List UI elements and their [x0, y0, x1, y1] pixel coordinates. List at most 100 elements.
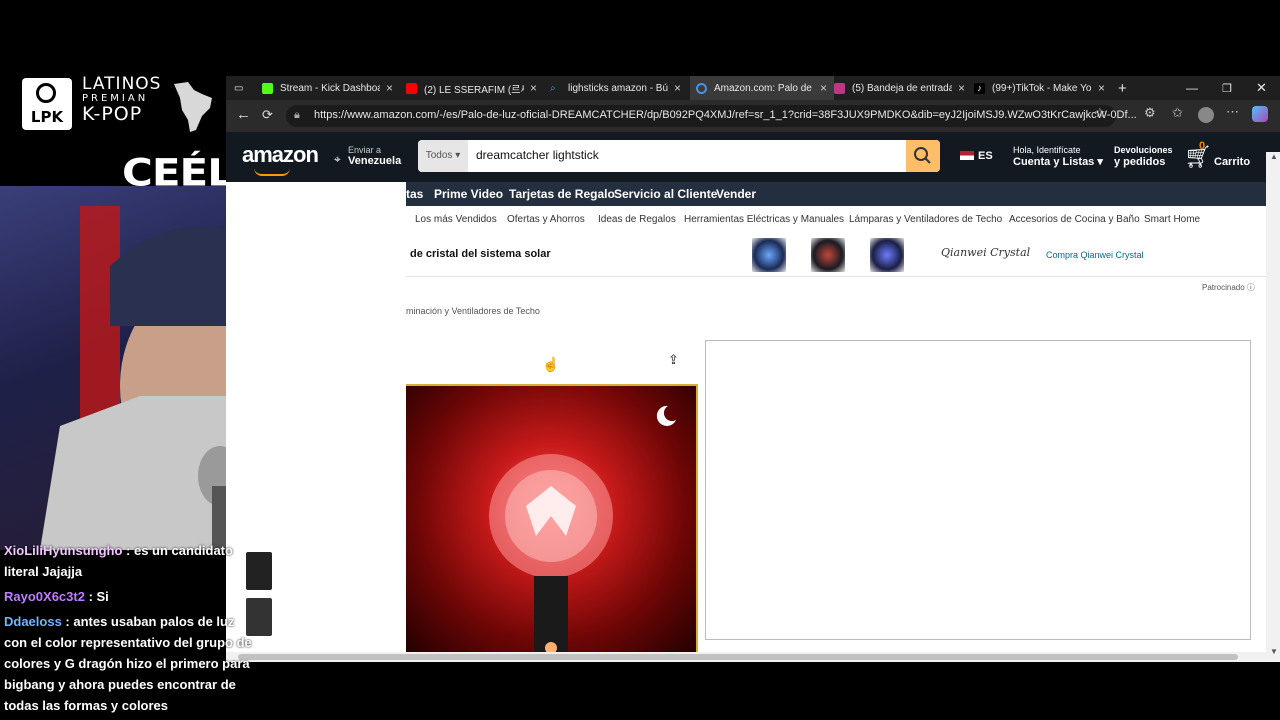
buy-box-panel [705, 340, 1251, 640]
search-icon [914, 147, 931, 164]
orders-link[interactable]: y pedidos [1114, 156, 1165, 168]
nav-item-gift-cards[interactable]: Tarjetas de Regalo [509, 187, 615, 201]
account-greeting: Hola, Identifícate [1013, 145, 1081, 155]
sponsor-title[interactable]: de cristal del sistema solar [410, 248, 551, 260]
amazon-logo[interactable]: amazon [242, 142, 319, 168]
url-field[interactable]: 🔒︎ https://www.amazon.com/-/es/Palo-de-l… [286, 105, 1137, 127]
cart-label[interactable]: Carrito [1214, 156, 1250, 168]
favorite-star-icon[interactable]: ☆ [1094, 105, 1106, 121]
youtube-icon [406, 82, 417, 94]
copilot-icon[interactable] [1252, 106, 1268, 122]
more-menu-icon[interactable]: ⋯ [1226, 104, 1239, 120]
cart-icon[interactable]: 🛒︎ [1184, 144, 1212, 170]
scroll-up-icon[interactable]: ▲ [1270, 152, 1278, 161]
us-flag-icon [960, 151, 974, 160]
loading-icon [696, 82, 707, 94]
account-lists-link[interactable]: Cuenta y Listas ▾ [1013, 156, 1103, 168]
chat-message: XioLiliHyunsungho : es un candidato lite… [4, 540, 258, 582]
nav-item-sell[interactable]: Vender [716, 187, 756, 201]
profile-avatar[interactable] [1198, 107, 1214, 123]
new-tab-button[interactable]: + [1118, 76, 1127, 100]
minimize-icon[interactable]: — [1186, 76, 1198, 100]
share-icon[interactable]: ⇪ [668, 352, 679, 368]
search-category-select[interactable]: Todos ▾ [418, 140, 468, 172]
category-subnav: Los más Vendidos Ofertas y Ahorros Ideas… [406, 206, 1266, 235]
instagram-icon [834, 82, 845, 94]
horizontal-scrollbar[interactable] [226, 652, 1266, 662]
sponsor-shop-link[interactable]: Compra Qianwei Crystal [1046, 250, 1144, 260]
crystal-thumbnail[interactable] [870, 238, 904, 272]
tab-tiktok[interactable]: ♪ (99+)TikTok - Make Yo × [974, 76, 1110, 100]
tiktok-icon: ♪ [974, 82, 985, 94]
chat-message: Rayo0X6c3t2 : Si [4, 586, 258, 607]
amazon-header: amazon ⌖ Enviar a Venezuela Todos ▾ drea… [226, 132, 1280, 182]
product-page: de cristal del sistema solar Qianwei Cry… [406, 234, 1266, 662]
language-select[interactable]: ES [978, 150, 993, 162]
subnav-deals[interactable]: Ofertas y Ahorros [507, 214, 585, 225]
vertical-scrollbar[interactable]: ▲ ▼ [1266, 152, 1280, 662]
amazon-smile-icon [254, 168, 290, 176]
crystal-thumbnail[interactable] [811, 238, 845, 272]
vinyl-icon [36, 83, 56, 103]
breadcrumb[interactable]: minación y Ventiladores de Techo [406, 306, 540, 316]
subnav-gift-ideas[interactable]: Ideas de Regalos [598, 214, 676, 225]
tab-search[interactable]: ⌕ lighsticks amazon - Bús × [550, 76, 686, 100]
close-icon[interactable]: × [530, 81, 537, 95]
logo-badge: LPK [22, 78, 72, 130]
crystal-thumbnail[interactable] [752, 238, 786, 272]
close-icon[interactable]: × [820, 81, 827, 95]
search-bar: Todos ▾ dreamcatcher lightstick [418, 140, 940, 172]
tab-instagram[interactable]: (5) Bandeja de entrada × [834, 76, 970, 100]
lightstick-image [489, 405, 676, 656]
tab-bar: ▭ Stream - Kick Dashboa × (2) LE SSERAFIM… [226, 76, 1280, 100]
search-icon: ⌕ [550, 82, 556, 94]
tab-actions-icon[interactable]: ▭ [234, 76, 252, 100]
subnav-smart-home[interactable]: Smart Home [1144, 214, 1200, 225]
latin-america-map-icon [174, 82, 212, 132]
chat-username: Ddaeloss [4, 614, 62, 629]
search-input[interactable]: dreamcatcher lightstick [476, 148, 599, 162]
close-window-icon[interactable]: ✕ [1256, 76, 1267, 100]
subnav-kitchen[interactable]: Accesorios de Cocina y Baño [1009, 214, 1140, 225]
search-button[interactable] [906, 140, 940, 172]
product-main-image[interactable] [406, 384, 698, 658]
address-bar: ← ⟳ 🔒︎ https://www.amazon.com/-/es/Palo-… [226, 100, 1280, 132]
sponsored-banner[interactable]: de cristal del sistema solar Qianwei Cry… [406, 234, 1266, 277]
chat-username: Rayo0X6c3t2 [4, 589, 85, 604]
subnav-lamps[interactable]: Lámparas y Ventiladores de Techo [849, 214, 1002, 225]
close-icon[interactable]: × [674, 81, 681, 95]
browser-window: ▭ Stream - Kick Dashboa × (2) LE SSERAFIM… [226, 76, 1280, 662]
hand-cursor-icon: ☝ [542, 356, 560, 372]
returns-label[interactable]: Devoluciones [1114, 145, 1173, 156]
subnav-best-sellers[interactable]: Los más Vendidos [415, 214, 497, 225]
close-icon[interactable]: × [1098, 81, 1105, 95]
favorites-icon[interactable]: ✩ [1172, 105, 1183, 121]
lock-icon: 🔒︎ [294, 109, 300, 121]
chat-username: XioLiliHyunsungho [4, 543, 123, 558]
cart-count: 0 [1199, 140, 1206, 152]
sponsored-label[interactable]: Patrocinado ⓘ [1202, 282, 1255, 293]
tab-youtube[interactable]: (2) LE SSERAFIM (르세라× [406, 76, 542, 100]
restore-icon[interactable]: ❐ [1222, 76, 1232, 100]
stream-logo: LPK LATINOS PREMIAN K-POP [20, 76, 220, 134]
subnav-tools[interactable]: Herramientas Eléctricas y Manuales [684, 214, 844, 225]
amazon-nav: tas Prime Video Tarjetas de Regalo Servi… [406, 182, 1280, 206]
location-pin-icon: ⌖ [334, 152, 341, 166]
close-icon[interactable]: × [958, 81, 965, 95]
tab-kick[interactable]: Stream - Kick Dashboa × [262, 76, 398, 100]
scroll-thumb[interactable] [238, 654, 1238, 660]
nav-item-customer-service[interactable]: Servicio al Cliente [614, 187, 717, 201]
tab-amazon[interactable]: Amazon.com: Palo de l × [690, 76, 834, 100]
close-icon[interactable]: × [386, 81, 393, 95]
extensions-icon[interactable]: ⚙ [1144, 105, 1156, 121]
nav-item-partial[interactable]: tas [406, 187, 423, 201]
nav-item-prime-video[interactable]: Prime Video [434, 187, 503, 201]
sponsor-brand-logo[interactable]: Qianwei Crystal [941, 246, 1030, 259]
reload-icon[interactable]: ⟳ [262, 107, 273, 123]
kick-icon [262, 82, 273, 94]
scroll-down-icon[interactable]: ▼ [1270, 647, 1278, 656]
moon-icon [656, 405, 676, 426]
chat-text: : Si [84, 589, 109, 604]
back-icon[interactable]: ← [236, 106, 251, 123]
deliver-location[interactable]: Venezuela [348, 155, 401, 167]
